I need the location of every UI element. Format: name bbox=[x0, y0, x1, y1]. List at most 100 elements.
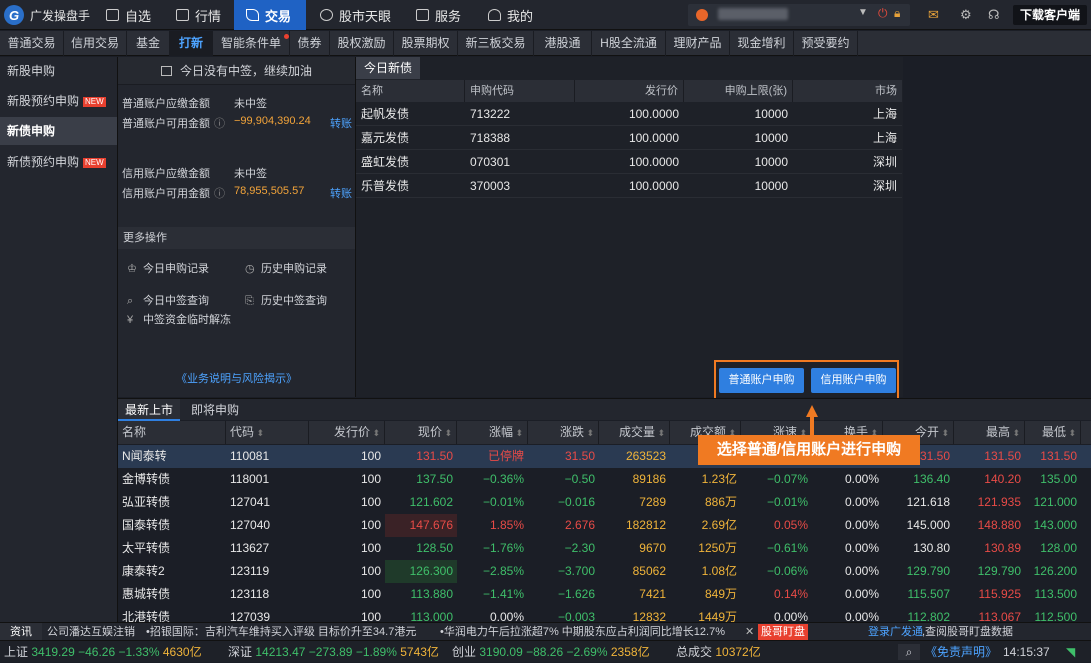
col-header[interactable]: 最低 ⬍ bbox=[1025, 421, 1081, 444]
col-header[interactable]: 名称 bbox=[118, 421, 226, 444]
lock-icon[interactable]: 🔒︎ bbox=[894, 6, 900, 21]
bond-market: 深圳 bbox=[872, 155, 897, 169]
tab-newly-listed[interactable]: 最新上市 bbox=[118, 399, 181, 421]
history-win-query-link[interactable]: ⎘ 历史中签查询 bbox=[245, 292, 327, 308]
col-price[interactable]: 发行价 bbox=[575, 80, 684, 102]
subtab-fund[interactable]: 基金 bbox=[127, 31, 170, 56]
index-cy[interactable]: 创业 3190.09 −88.26 −2.69% 2358亿 bbox=[452, 641, 650, 663]
subtab-ipo[interactable]: 打新 bbox=[170, 31, 213, 56]
table-row[interactable]: 弘亚转债 127041 100 121.602 −0.01% −0.016 7289 886万… bbox=[118, 491, 1091, 514]
subtab-tender-offer[interactable]: 预受要约 bbox=[794, 31, 858, 56]
sort-icon[interactable]: ⬍ bbox=[655, 428, 665, 438]
col-limit[interactable]: 申购上限(张) bbox=[684, 80, 793, 102]
sort-icon[interactable]: ⬍ bbox=[939, 428, 949, 438]
download-client-button[interactable]: 下载客户端 bbox=[1013, 5, 1087, 25]
col-market[interactable]: 市场 bbox=[793, 80, 902, 102]
tab-today-new-bonds[interactable]: 今日新债 bbox=[356, 57, 420, 79]
sort-icon[interactable]: ⬍ bbox=[442, 428, 452, 438]
brand[interactable]: G 广发操盘手 bbox=[4, 5, 90, 25]
table-cell: 0.14% bbox=[773, 587, 808, 601]
nav-trade[interactable]: 交易 bbox=[234, 0, 306, 30]
table-row[interactable]: 太平转债 113627 100 128.50 −1.76% −2.30 9670 1250万 −… bbox=[118, 537, 1091, 560]
news-item[interactable]: •华润电力午后拉涨超7% 中期股东应占利润同比增长12.7% bbox=[440, 623, 725, 641]
nav-service[interactable]: 服务 bbox=[404, 0, 473, 30]
col-header[interactable]: 代码 ⬍ bbox=[226, 421, 309, 444]
search-icon[interactable]: ⌕ bbox=[898, 644, 920, 660]
credit-account-apply-button[interactable]: 信用账户申购 bbox=[811, 368, 896, 393]
subtab-wealth[interactable]: 理财产品 bbox=[666, 31, 730, 56]
nav-market[interactable]: 行情 bbox=[164, 0, 233, 30]
logo-icon: G bbox=[4, 5, 24, 25]
mail-icon[interactable]: ✉ bbox=[928, 7, 939, 23]
close-icon[interactable]: ✕ bbox=[745, 623, 754, 641]
subtab-credit-trade[interactable]: 信用交易 bbox=[64, 31, 127, 56]
table-row[interactable]: 国泰转债 127040 100 147.676 1.85% 2.676 182812 2.69… bbox=[118, 514, 1091, 537]
col-header[interactable]: 涨幅 ⬍ bbox=[457, 421, 528, 444]
table-cell: 127041 bbox=[230, 495, 271, 509]
chevron-down-icon[interactable]: ▼ bbox=[858, 7, 868, 18]
sort-icon[interactable]: ⬍ bbox=[513, 428, 523, 438]
index-sh[interactable]: 上证 3419.29 −46.26 −1.33% 4630亿 bbox=[4, 641, 202, 663]
table-cell: 31.50 bbox=[564, 449, 595, 463]
credit-transfer-link[interactable]: 转账 bbox=[330, 185, 352, 201]
sidebar-item-ipo[interactable]: 新股申购 bbox=[0, 57, 117, 85]
gear-icon[interactable]: ⚙ bbox=[960, 7, 972, 23]
col-header[interactable]: 成交量 ⬍ bbox=[599, 421, 670, 444]
normal-transfer-link[interactable]: 转账 bbox=[330, 115, 352, 131]
table-cell: 121.935 bbox=[977, 495, 1021, 509]
disclaimer-link[interactable]: 《免责声明》 bbox=[925, 641, 997, 663]
col-header[interactable]: 最高 ⬍ bbox=[954, 421, 1025, 444]
power-icon[interactable]: ⏻ bbox=[878, 6, 888, 21]
today-win-query-link[interactable]: ⌕ 今日中签查询 bbox=[127, 292, 209, 308]
tab-upcoming-apply[interactable]: 即将申购 bbox=[184, 399, 246, 421]
table-row[interactable]: 惠城转债 123118 100 113.880 −1.41% −1.626 7421 849万… bbox=[118, 583, 1091, 606]
nav-market-eye[interactable]: 股市天眼 bbox=[308, 0, 403, 30]
index-sz[interactable]: 深证 14213.47 −273.89 −1.89% 5743亿 bbox=[228, 641, 439, 663]
subtab-cash-plus[interactable]: 现金增利 bbox=[730, 31, 794, 56]
help-icon[interactable]: ⓘ bbox=[214, 185, 225, 201]
news-item[interactable]: 公司潘达互娱注销 bbox=[47, 623, 135, 641]
hot-badge[interactable]: 股哥盯盘 bbox=[758, 624, 808, 640]
history-apply-record-link[interactable]: ◷ 历史申购记录 bbox=[245, 260, 327, 276]
subtab-smart-order[interactable]: 智能条件单 bbox=[213, 31, 290, 56]
subtab-hk-connect[interactable]: 港股通 bbox=[534, 31, 592, 56]
sidebar-item-bond-reserve[interactable]: 新债预约申购 NEW bbox=[0, 148, 117, 176]
sort-icon[interactable]: ⬍ bbox=[584, 428, 594, 438]
sidebar-item-ipo-reserve[interactable]: 新股预约申购 NEW bbox=[0, 87, 117, 115]
col-name[interactable]: 名称 bbox=[356, 80, 465, 102]
sidebar-item-bond-apply[interactable]: 新债申购 bbox=[0, 117, 117, 145]
bond-name: 盛虹发债 bbox=[361, 155, 410, 169]
table-row[interactable]: 盛虹发债 070301 100.0000 10000 深圳 bbox=[356, 151, 902, 174]
sort-icon[interactable]: ⬍ bbox=[1066, 428, 1076, 438]
news-item[interactable]: •招银国际：吉利汽车维持买入评级 目标价升至34.7港元 bbox=[146, 623, 416, 641]
nav-watchlist[interactable]: 自选 bbox=[94, 0, 163, 30]
subtab-neeq[interactable]: 新三板交易 bbox=[458, 31, 534, 56]
business-risk-link[interactable]: 《业务说明与风险揭示》 bbox=[118, 370, 355, 386]
normal-account-apply-button[interactable]: 普通账户申购 bbox=[719, 368, 804, 393]
subtab-options[interactable]: 股票期权 bbox=[394, 31, 458, 56]
today-apply-record-link[interactable]: ♔ 今日申购记录 bbox=[127, 260, 209, 276]
table-row[interactable]: 乐普发债 370003 100.0000 10000 深圳 bbox=[356, 175, 902, 198]
nav-mine[interactable]: 我的 bbox=[476, 0, 545, 30]
col-header[interactable]: 涨跌 ⬍ bbox=[528, 421, 599, 444]
subtab-bond[interactable]: 债券 bbox=[290, 31, 330, 56]
unfreeze-funds-link[interactable]: ¥ 中签资金临时解冻 bbox=[127, 311, 231, 327]
table-row[interactable]: 起帆发债 713222 100.0000 10000 上海 bbox=[356, 103, 902, 126]
col-code[interactable]: 申购代码 bbox=[465, 80, 575, 102]
subtab-equity-incentive[interactable]: 股权激励 bbox=[330, 31, 394, 56]
table-row[interactable]: 嘉元发债 718388 100.0000 10000 上海 bbox=[356, 127, 902, 150]
help-icon[interactable]: ⓘ bbox=[214, 115, 225, 131]
table-row[interactable]: 金博转债 118001 100 137.50 −0.36% −0.50 89186 1.23亿… bbox=[118, 468, 1091, 491]
user-account-area[interactable]: ▼ ⏻ 🔒︎ bbox=[688, 4, 910, 26]
subtab-h-share[interactable]: H股全流通 bbox=[592, 31, 666, 56]
sort-icon[interactable]: ⬍ bbox=[1010, 428, 1020, 438]
table-row[interactable]: N闻泰转 110081 100 131.50 已停牌 31.50 263523 131.50 1… bbox=[118, 445, 1091, 468]
login-link[interactable]: 登录广发通 bbox=[868, 623, 923, 641]
col-header[interactable]: 现价 ⬍ bbox=[385, 421, 457, 444]
subtab-normal-trade[interactable]: 普通交易 bbox=[0, 31, 64, 56]
sort-icon[interactable]: ⬍ bbox=[254, 428, 265, 438]
headset-icon[interactable]: ☊ bbox=[988, 7, 1000, 23]
sort-icon[interactable]: ⬍ bbox=[370, 428, 380, 438]
table-row[interactable]: 康泰转2 123119 100 126.300 −2.85% −3.700 85062 1.0… bbox=[118, 560, 1091, 583]
col-header[interactable]: 发行价 ⬍ bbox=[309, 421, 385, 444]
